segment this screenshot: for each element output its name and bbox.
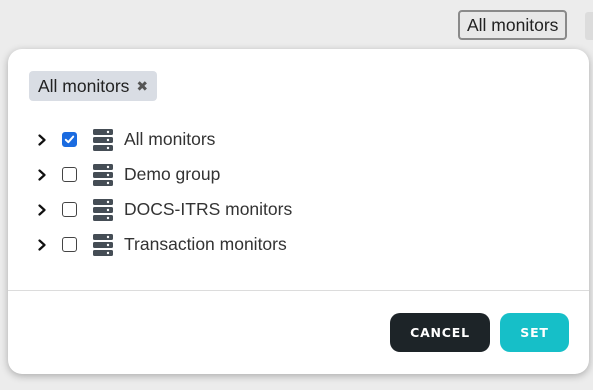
chevron-right-icon[interactable] (34, 167, 50, 183)
selected-chip: All monitors ✖ (29, 71, 158, 101)
chevron-right-icon[interactable] (34, 132, 50, 148)
cancel-button[interactable]: CANCEL (390, 313, 490, 352)
tree-row-transaction-monitors: Transaction monitors (32, 227, 569, 262)
tree-row-label[interactable]: All monitors (124, 129, 215, 150)
tree-row-all-monitors: All monitors (32, 122, 569, 157)
monitor-select-popover: All monitors ✖ All monitors Demo group D… (8, 49, 589, 374)
monitor-tree: All monitors Demo group DOCS-ITRS monito… (32, 122, 569, 262)
set-button[interactable]: SET (500, 313, 569, 352)
server-icon (92, 233, 114, 257)
tree-checkbox-docs-itrs-monitors[interactable] (62, 202, 77, 217)
chevron-right-icon[interactable] (34, 237, 50, 253)
close-icon[interactable]: ✖ (136, 78, 148, 95)
tree-row-label[interactable]: DOCS-ITRS monitors (124, 199, 292, 220)
toolbar-edge-button[interactable] (585, 12, 593, 40)
footer-divider (8, 290, 589, 291)
top-bar: All monitors (0, 0, 593, 50)
server-icon (92, 198, 114, 222)
chevron-right-icon[interactable] (34, 202, 50, 218)
server-icon (92, 128, 114, 152)
tree-checkbox-demo-group[interactable] (62, 167, 77, 182)
monitor-selector-button[interactable]: All monitors (458, 10, 568, 40)
tree-row-label[interactable]: Demo group (124, 164, 220, 185)
tree-checkbox-transaction-monitors[interactable] (62, 237, 77, 252)
tree-row-docs-itrs-monitors: DOCS-ITRS monitors (32, 192, 569, 227)
server-icon (92, 163, 114, 187)
tree-row-label[interactable]: Transaction monitors (124, 234, 287, 255)
tree-checkbox-all-monitors[interactable] (62, 132, 77, 147)
selected-chip-label: All monitors (38, 75, 130, 96)
tree-row-demo-group: Demo group (32, 157, 569, 192)
